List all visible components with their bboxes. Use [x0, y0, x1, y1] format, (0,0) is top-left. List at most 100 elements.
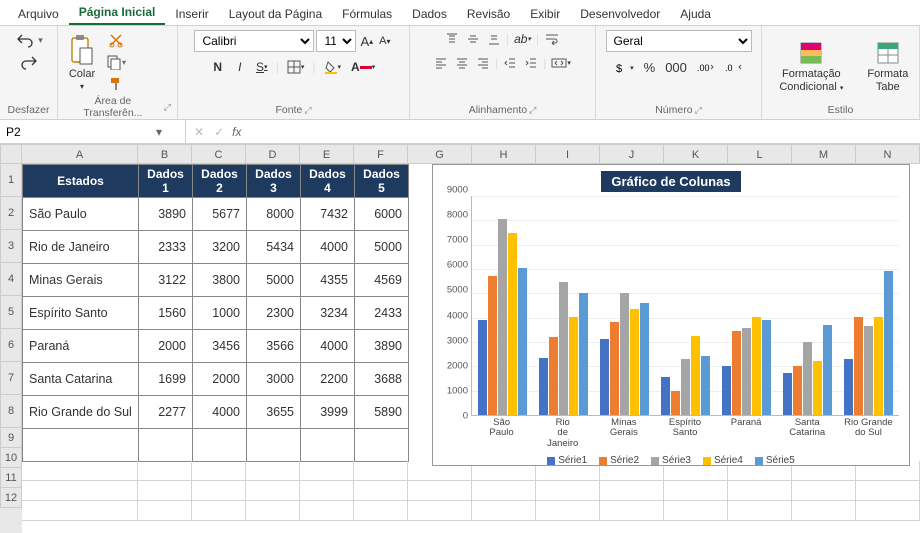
cell[interactable] [246, 501, 300, 521]
currency-icon[interactable]: $▾ [612, 59, 636, 77]
bold-button[interactable]: N [210, 58, 226, 76]
tab-arquivo[interactable]: Arquivo [8, 2, 69, 25]
number-format-select[interactable]: Geral [606, 30, 752, 52]
decrease-indent-icon[interactable] [501, 54, 519, 72]
expand-icon[interactable]: ⤢ [695, 105, 702, 116]
cell[interactable]: 5434 [247, 231, 301, 264]
row-header[interactable]: 5 [0, 296, 22, 329]
bar[interactable] [874, 317, 883, 415]
cell[interactable]: 4355 [301, 264, 355, 297]
cell[interactable] [139, 429, 193, 462]
cell[interactable]: 8000 [247, 198, 301, 231]
cell[interactable]: 3999 [301, 396, 355, 429]
bar[interactable] [793, 366, 802, 415]
tab-dados[interactable]: Dados [402, 2, 457, 25]
cell[interactable] [300, 481, 354, 501]
cell[interactable]: 2200 [301, 363, 355, 396]
cell[interactable]: 3890 [355, 330, 409, 363]
cell[interactable] [138, 501, 192, 521]
comma-icon[interactable]: 000 [663, 58, 689, 77]
cell[interactable] [664, 481, 728, 501]
row-header[interactable]: 1 [0, 164, 22, 197]
italic-button[interactable]: I [232, 58, 248, 76]
bar[interactable] [630, 309, 639, 415]
column-header[interactable]: D [246, 144, 300, 164]
row-header[interactable]: 2 [0, 197, 22, 230]
bar[interactable] [478, 320, 487, 415]
align-center-icon[interactable] [453, 54, 471, 72]
cell[interactable] [408, 481, 472, 501]
cell[interactable] [246, 461, 300, 481]
cell[interactable] [192, 461, 246, 481]
cell[interactable]: 5000 [355, 231, 409, 264]
cell[interactable]: Espírito Santo [23, 297, 139, 330]
cancel-icon[interactable]: ✕ [192, 123, 206, 141]
format-painter-icon[interactable] [104, 74, 128, 94]
cell[interactable] [22, 501, 138, 521]
bar[interactable] [884, 271, 893, 415]
legend-item[interactable]: Série1 [547, 455, 587, 466]
bar[interactable] [620, 293, 629, 415]
cell[interactable] [536, 481, 600, 501]
cell[interactable] [301, 429, 355, 462]
cell[interactable] [355, 429, 409, 462]
cell[interactable]: 1000 [193, 297, 247, 330]
cell[interactable] [792, 501, 856, 521]
bar[interactable] [508, 233, 517, 415]
bar[interactable] [823, 325, 832, 415]
legend-item[interactable]: Série3 [651, 455, 691, 466]
cell[interactable]: 3688 [355, 363, 409, 396]
cell[interactable] [472, 481, 536, 501]
cell[interactable] [246, 481, 300, 501]
column-header[interactable]: L [728, 144, 792, 164]
cell[interactable]: 4000 [301, 330, 355, 363]
cell[interactable]: 5000 [247, 264, 301, 297]
cell[interactable]: 2000 [139, 330, 193, 363]
cell[interactable]: 1699 [139, 363, 193, 396]
bar[interactable] [600, 339, 609, 415]
cell[interactable]: 3566 [247, 330, 301, 363]
column-header[interactable]: N [856, 144, 920, 164]
bar[interactable] [783, 373, 792, 415]
column-header[interactable]: J [600, 144, 664, 164]
cell[interactable] [536, 501, 600, 521]
table-header[interactable]: Estados [23, 165, 139, 198]
cell[interactable]: Paraná [23, 330, 139, 363]
cell[interactable] [192, 481, 246, 501]
redo-icon[interactable] [18, 52, 40, 72]
cell[interactable]: 2277 [139, 396, 193, 429]
formula-input[interactable] [247, 124, 920, 139]
bar[interactable] [549, 337, 558, 415]
bar[interactable] [691, 336, 700, 415]
bar[interactable] [701, 356, 710, 415]
cell[interactable]: 3890 [139, 198, 193, 231]
bar[interactable] [671, 391, 680, 415]
increase-font-icon[interactable]: A▴ [358, 32, 375, 51]
tab-revisão[interactable]: Revisão [457, 2, 520, 25]
cell[interactable] [472, 501, 536, 521]
cell[interactable]: 4000 [193, 396, 247, 429]
row-header[interactable]: 8 [0, 395, 22, 428]
cell[interactable]: 4569 [355, 264, 409, 297]
legend-item[interactable]: Série2 [599, 455, 639, 466]
increase-indent-icon[interactable] [522, 54, 540, 72]
row-header[interactable]: 9 [0, 428, 22, 448]
cell[interactable] [138, 481, 192, 501]
cell[interactable] [22, 481, 138, 501]
cell[interactable] [728, 501, 792, 521]
tab-fórmulas[interactable]: Fórmulas [332, 2, 402, 25]
orientation-icon[interactable]: ab▾ [512, 30, 533, 48]
row-header[interactable]: 10 [0, 448, 22, 468]
cell[interactable] [792, 481, 856, 501]
row-header[interactable]: 12 [0, 488, 22, 508]
column-header[interactable]: G [408, 144, 472, 164]
cell[interactable] [138, 461, 192, 481]
font-color-icon[interactable]: A▾ [349, 58, 377, 76]
column-header[interactable]: I [536, 144, 600, 164]
bar[interactable] [559, 282, 568, 415]
conditional-formatting-button[interactable]: Formatação Condicional ▾ [768, 38, 855, 94]
cell[interactable]: 2333 [139, 231, 193, 264]
bar[interactable] [610, 322, 619, 415]
bar[interactable] [640, 303, 649, 415]
bar[interactable] [722, 366, 731, 415]
